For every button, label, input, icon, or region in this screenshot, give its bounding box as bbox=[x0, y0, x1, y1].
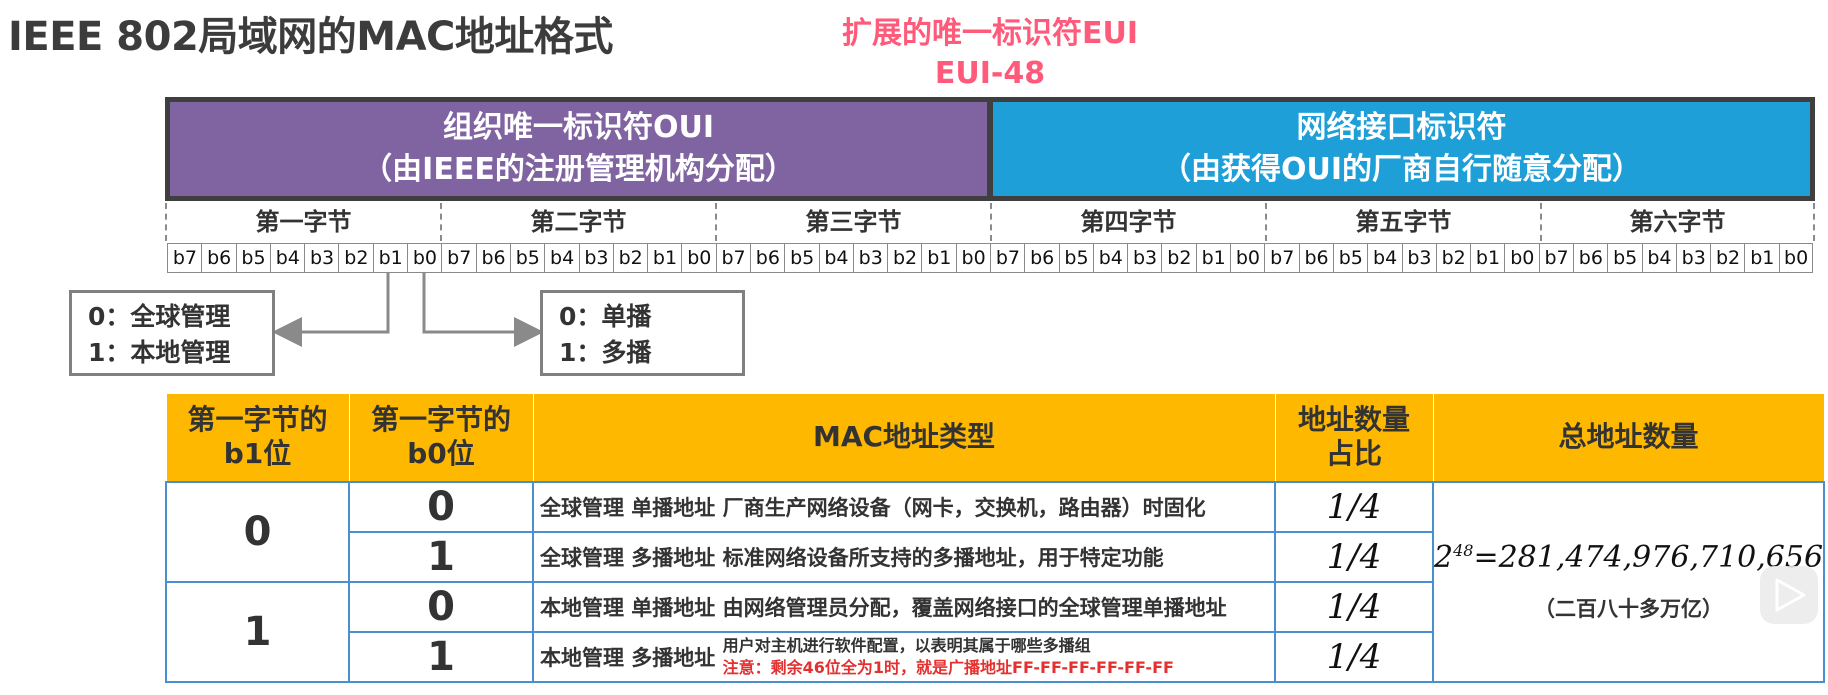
ratio-cell: 1/4 bbox=[1274, 530, 1434, 583]
type-cell: 全球管理 多播地址 标准网络设备所支持的多播地址，用于特定功能 bbox=[532, 530, 1276, 583]
ratio-cell: 1/4 bbox=[1274, 630, 1434, 683]
broadcast-note: 注意：剩余46位全为1时，就是广播地址FF-FF-FF-FF-FF-FF bbox=[722, 657, 1174, 677]
ratio-cell: 1/4 bbox=[1274, 480, 1434, 533]
ratio-cell: 1/4 bbox=[1274, 580, 1434, 633]
type-prefix: 本地管理 多播地址 bbox=[540, 645, 716, 670]
b0-arrow bbox=[422, 273, 544, 347]
type-cell: 本地管理 多播地址 用户对主机进行软件配置，以表明其属于哪些多播组 注意：剩余4… bbox=[532, 630, 1276, 683]
type-notes: 用户对主机进行软件配置，以表明其属于哪些多播组 注意：剩余46位全为1时，就是广… bbox=[723, 635, 1174, 679]
total-exp: 48 bbox=[1453, 541, 1474, 560]
header-b0: 第一字节的b0位 bbox=[348, 393, 534, 483]
b1-meaning-box: 0：全球管理 1：本地管理 bbox=[69, 290, 275, 376]
b1-meaning-1: 1：本地管理 bbox=[88, 338, 231, 367]
b0-value: 0 bbox=[348, 480, 534, 533]
b1-value-1: 1 bbox=[165, 580, 350, 683]
b1-meaning-0: 0：全球管理 bbox=[88, 302, 231, 331]
type-note: 用户对主机进行软件配置，以表明其属于哪些多播组 bbox=[722, 635, 1091, 655]
type-cell: 全球管理 单播地址 厂商生产网络设备（网卡，交换机，路由器）时固化 bbox=[532, 480, 1276, 533]
b0-meaning-0: 0：单播 bbox=[559, 302, 652, 331]
play-button[interactable] bbox=[1760, 566, 1818, 624]
b0-value: 1 bbox=[348, 630, 534, 683]
b0-value: 0 bbox=[348, 580, 534, 633]
b0-meaning-box: 0：单播 1：多播 bbox=[540, 290, 745, 376]
play-icon bbox=[1775, 578, 1806, 612]
b0-value: 1 bbox=[348, 530, 534, 583]
table-header-row: 第一字节的b1位 第一字节的b0位 MAC地址类型 地址数量占比 总地址数量 bbox=[165, 393, 1825, 483]
b1-value-0: 0 bbox=[165, 480, 350, 583]
type-cell: 本地管理 单播地址 由网络管理员分配，覆盖网络接口的全球管理单播地址 bbox=[532, 580, 1276, 633]
header-total: 总地址数量 bbox=[1432, 393, 1825, 483]
header-ratio: 地址数量占比 bbox=[1274, 393, 1434, 483]
b1-arrow bbox=[272, 273, 390, 347]
mac-type-table: 第一字节的b1位 第一字节的b0位 MAC地址类型 地址数量占比 总地址数量 0… bbox=[165, 393, 1826, 683]
header-type: MAC地址类型 bbox=[532, 393, 1276, 483]
header-b1: 第一字节的b1位 bbox=[165, 393, 350, 483]
total-base: 2 bbox=[1434, 540, 1454, 575]
b0-meaning-1: 1：多播 bbox=[559, 338, 652, 367]
table-row: 0 0 全球管理 单播地址 厂商生产网络设备（网卡，交换机，路由器）时固化 1/… bbox=[165, 480, 1826, 683]
